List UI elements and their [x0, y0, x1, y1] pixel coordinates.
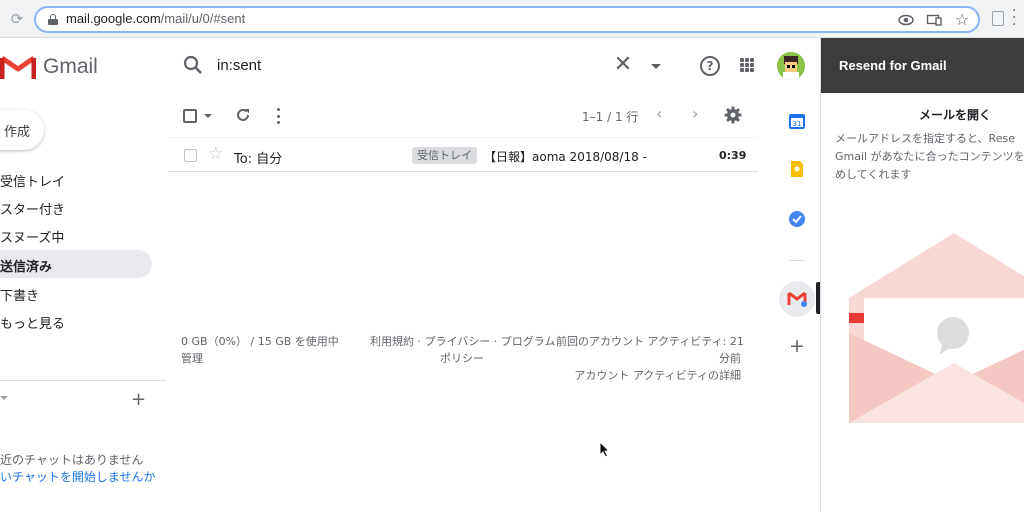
row-checkbox[interactable]	[184, 149, 197, 162]
storage-usage: 0 GB（0%） / 15 GB を使用中 管理	[181, 333, 339, 367]
resend-header: Resend for Gmail	[821, 38, 1024, 93]
calendar-icon[interactable]: 31	[788, 112, 806, 130]
eye-icon[interactable]	[898, 12, 914, 28]
hangouts-caret-icon[interactable]	[0, 396, 8, 400]
last-activity-text-cont: 分前	[719, 352, 741, 365]
last-activity-text: 前回のアカウント アクティビティ: 21	[556, 335, 744, 348]
help-icon[interactable]: ?	[700, 56, 720, 76]
prev-page-icon[interactable]: ‹	[656, 104, 662, 123]
select-caret-icon[interactable]	[204, 114, 212, 118]
footer-links[interactable]: 利用規約 · プライバシー · プログラム ポリシー	[370, 333, 555, 367]
address-bar[interactable]: mail.google.com/mail/u/0/#sent ☆	[34, 6, 980, 33]
add-addon-icon[interactable]: +	[789, 335, 805, 357]
tasks-icon[interactable]	[788, 210, 806, 228]
sidebar-item-more[interactable]: もっと見る	[0, 307, 152, 335]
sidebar-item-label: もっと見る	[0, 317, 66, 332]
search-input[interactable]: in:sent	[217, 57, 261, 74]
sidebar-item-label: 送信済み	[0, 260, 53, 275]
table-row[interactable]: ☆ To: 自分 受信トレイ 【日報】aoma 2018/08/18 - 0:3…	[168, 137, 758, 172]
sidebar-item-label: 下書き	[0, 289, 40, 304]
new-chat-plus-icon[interactable]: +	[131, 389, 146, 410]
side-divider	[789, 260, 805, 261]
resend-panel: Resend for Gmail メールを開く メールアドレスを指定すると、Re…	[820, 38, 1024, 512]
account-activity: 前回のアカウント アクティビティ: 21 分前 アカウント アクティビティの詳細	[556, 333, 744, 384]
search-icon[interactable]	[183, 55, 203, 75]
resend-heading: メールを開く	[919, 108, 992, 122]
search-options-caret-icon[interactable]	[651, 64, 661, 69]
sidebar-item-label: 受信トレイ	[0, 175, 66, 190]
resend-title: Resend for Gmail	[839, 58, 947, 73]
document-icon[interactable]	[992, 11, 1004, 26]
keep-icon[interactable]	[788, 160, 806, 178]
manage-storage-link[interactable]: 管理	[181, 350, 339, 367]
resend-description: メールアドレスを指定すると、Rese Gmail があなたに合ったコンテンツを …	[835, 130, 1024, 184]
chrome-menu-icon[interactable]: · · ·	[1012, 4, 1020, 32]
mouse-cursor-icon	[599, 440, 611, 458]
resend-desc-line: メールアドレスを指定すると、Rese	[835, 132, 1015, 145]
gmail-logo-text[interactable]: Gmail	[43, 55, 98, 79]
sidebar-item-starred[interactable]: スター付き	[0, 193, 152, 221]
url-host: mail.google.com	[66, 11, 161, 26]
cast-icon[interactable]	[926, 12, 942, 28]
sidebar-item-inbox[interactable]: 受信トレイ	[0, 165, 152, 193]
page-range: 1–1 / 1 行	[582, 110, 639, 124]
compose-label: 作成	[3, 125, 30, 140]
url-path: /mail/u/0/#sent	[160, 11, 246, 26]
activity-details-link[interactable]: アカウント アクティビティの詳細	[556, 367, 741, 384]
reload-icon[interactable]: ⟳	[8, 10, 26, 28]
lock-icon[interactable]	[48, 14, 58, 25]
mail-subject: 【日報】aoma 2018/08/18 -	[484, 150, 647, 164]
star-icon[interactable]: ☆	[954, 12, 970, 28]
star-icon[interactable]: ☆	[208, 144, 223, 164]
mail-sender: To: 自分	[234, 152, 283, 167]
clear-search-icon[interactable]: ✕	[612, 52, 634, 78]
chat-empty-text: 近のチャットはありません	[0, 453, 144, 467]
gear-icon[interactable]	[724, 106, 742, 124]
policy-link[interactable]: ポリシー	[370, 350, 554, 367]
gmail-logo-icon[interactable]	[0, 54, 37, 80]
sidebar-item-label: スター付き	[0, 203, 66, 218]
avatar[interactable]	[777, 52, 805, 80]
envelope-illustration	[849, 233, 1024, 423]
url-text[interactable]: mail.google.com/mail/u/0/#sent	[66, 11, 245, 26]
side-panel-strip: 31 +	[775, 100, 819, 512]
sidebar-item-drafts[interactable]: 下書き	[0, 279, 152, 307]
resend-addon-button[interactable]	[779, 281, 815, 317]
resend-desc-line: Gmail があなたに合ったコンテンツを	[835, 150, 1024, 163]
sidebar-item-snoozed[interactable]: スヌーズ中	[0, 221, 152, 249]
resend-desc-line: めしてくれます	[835, 168, 912, 181]
sidebar-item-sent[interactable]: 送信済み	[0, 250, 152, 278]
start-chat-link[interactable]: いチャットを開始しませんか	[0, 468, 156, 485]
sidebar-item-label: スヌーズ中	[0, 231, 65, 246]
select-all-checkbox[interactable]	[183, 109, 197, 123]
nav-divider	[0, 380, 166, 381]
mail-label-badge[interactable]: 受信トレイ	[412, 147, 477, 164]
browser-toolbar: ⟳ mail.google.com/mail/u/0/#sent ☆ · · ·	[0, 0, 1024, 38]
storage-text: 0 GB（0%） / 15 GB を使用中	[181, 335, 339, 348]
svg-text:31: 31	[793, 120, 802, 128]
refresh-icon[interactable]	[235, 107, 251, 123]
compose-button[interactable]: 作成	[0, 110, 44, 150]
mail-time: 0:39	[719, 149, 747, 162]
apps-grid-icon[interactable]	[740, 58, 754, 72]
terms-privacy-link[interactable]: 利用規約 · プライバシー · プログラム	[370, 333, 555, 350]
next-page-icon[interactable]: ›	[692, 104, 698, 123]
more-vert-icon[interactable]	[277, 108, 281, 124]
